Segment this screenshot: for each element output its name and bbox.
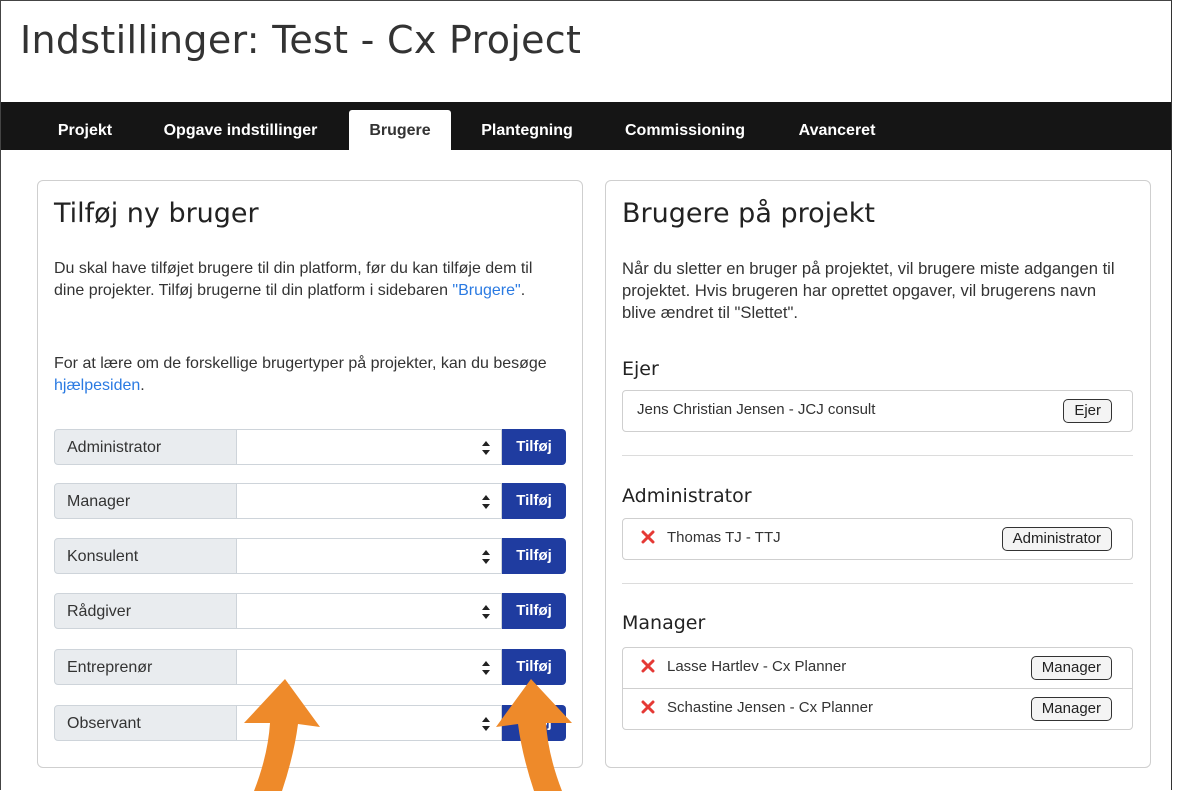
role-label: Observant bbox=[54, 705, 237, 741]
user-select[interactable] bbox=[237, 483, 502, 519]
project-users-description: Når du sletter en bruger på projektet, v… bbox=[622, 259, 1115, 322]
role-label: Rådgiver bbox=[54, 593, 237, 629]
brugere-sidebar-link[interactable]: "Brugere" bbox=[452, 282, 520, 299]
help-page-link[interactable]: hjælpesiden bbox=[54, 377, 140, 394]
list-item: Schastine Jensen - Cx Planner Manager bbox=[623, 689, 1132, 729]
administrator-list: Thomas TJ - TTJ Administrator bbox=[622, 518, 1133, 560]
group-heading-manager: Manager bbox=[622, 612, 706, 634]
user-select[interactable] bbox=[237, 429, 502, 465]
settings-tabbar: Projekt Opgave indstillinger Brugere Pla… bbox=[1, 102, 1171, 150]
page-title: Indstillinger: Test - Cx Project bbox=[20, 18, 582, 62]
user-select[interactable] bbox=[237, 538, 502, 574]
user-select[interactable] bbox=[237, 593, 502, 629]
role-label: Administrator bbox=[54, 429, 237, 465]
tab-commissioning[interactable]: Commissioning bbox=[609, 110, 761, 150]
list-item: Jens Christian Jensen - JCJ consult Ejer bbox=[623, 391, 1132, 431]
help-text-body: For at lære om de forskellige brugertype… bbox=[54, 355, 547, 372]
tab-avanceret[interactable]: Avanceret bbox=[785, 110, 889, 150]
add-button[interactable]: Tilføj bbox=[502, 429, 566, 465]
user-name: Thomas TJ - TTJ bbox=[667, 529, 781, 546]
tab-brugere[interactable]: Brugere bbox=[349, 110, 451, 150]
tab-projekt[interactable]: Projekt bbox=[47, 110, 123, 150]
divider bbox=[622, 455, 1133, 456]
role-badge[interactable]: Manager bbox=[1030, 697, 1112, 721]
role-row-manager: Manager Tilføj bbox=[54, 483, 566, 521]
project-users-title: Brugere på projekt bbox=[622, 198, 875, 229]
up-down-caret-icon bbox=[482, 550, 490, 564]
up-arrow-icon bbox=[244, 679, 320, 791]
close-x-icon[interactable] bbox=[641, 659, 655, 673]
up-down-caret-icon bbox=[482, 441, 490, 455]
add-button[interactable]: Tilføj bbox=[502, 483, 566, 519]
role-label: Manager bbox=[54, 483, 237, 519]
role-badge[interactable]: Ejer bbox=[1063, 399, 1112, 423]
tab-plantegning[interactable]: Plantegning bbox=[465, 110, 589, 150]
user-name: Lasse Hartlev - Cx Planner bbox=[667, 658, 847, 675]
group-heading-ejer: Ejer bbox=[622, 358, 659, 380]
role-row-administrator: Administrator Tilføj bbox=[54, 429, 566, 467]
role-badge[interactable]: Administrator bbox=[1001, 527, 1112, 551]
owner-list: Jens Christian Jensen - JCJ consult Ejer bbox=[622, 390, 1133, 432]
role-label: Konsulent bbox=[54, 538, 237, 574]
add-user-title: Tilføj ny bruger bbox=[54, 198, 259, 229]
up-down-caret-icon bbox=[482, 605, 490, 619]
instructions-end: . bbox=[520, 282, 526, 299]
up-down-caret-icon bbox=[482, 495, 490, 509]
list-item: Thomas TJ - TTJ Administrator bbox=[623, 519, 1132, 559]
add-button[interactable]: Tilføj bbox=[502, 593, 566, 629]
close-x-icon[interactable] bbox=[641, 530, 655, 544]
add-button[interactable]: Tilføj bbox=[502, 538, 566, 574]
close-x-icon[interactable] bbox=[641, 700, 655, 714]
list-item: Lasse Hartlev - Cx Planner Manager bbox=[623, 648, 1132, 689]
tab-opgave-indstillinger[interactable]: Opgave indstillinger bbox=[143, 110, 338, 150]
manager-list: Lasse Hartlev - Cx Planner Manager Schas… bbox=[622, 647, 1133, 730]
help-text-end: . bbox=[140, 377, 145, 394]
role-label: Entreprenør bbox=[54, 649, 237, 685]
user-name: Schastine Jensen - Cx Planner bbox=[667, 699, 873, 716]
divider bbox=[622, 583, 1133, 584]
help-text: For at lære om de forskellige brugertype… bbox=[54, 353, 566, 397]
role-badge[interactable]: Manager bbox=[1030, 656, 1112, 680]
user-name: Jens Christian Jensen - JCJ consult bbox=[637, 401, 876, 418]
role-row-radgiver: Rådgiver Tilføj bbox=[54, 593, 566, 631]
role-row-konsulent: Konsulent Tilføj bbox=[54, 538, 566, 576]
add-user-instructions: Du skal have tilføjet brugere til din pl… bbox=[54, 258, 566, 302]
up-arrow-icon bbox=[496, 679, 572, 791]
group-heading-administrator: Administrator bbox=[622, 485, 752, 507]
